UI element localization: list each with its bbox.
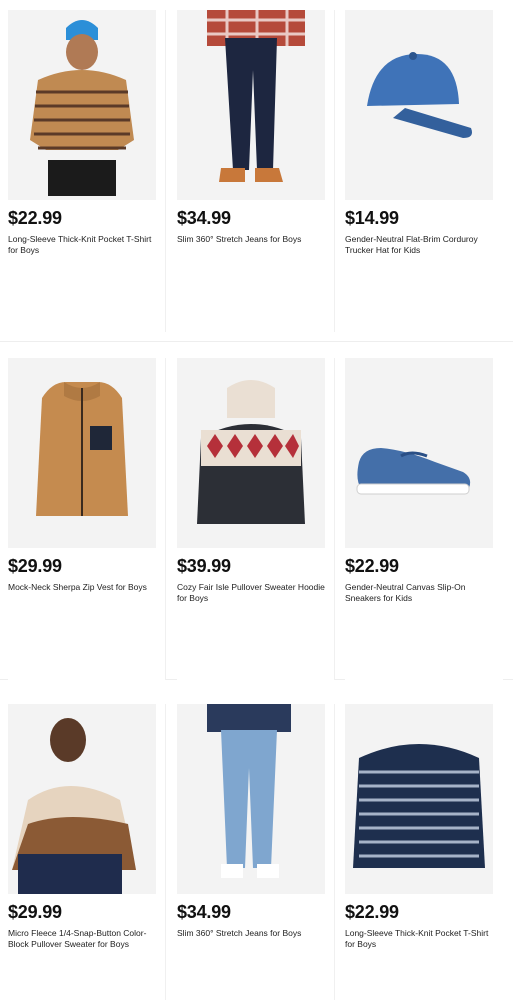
product-card[interactable]: $39.99 Cozy Fair Isle Pullover Sweater H… [177, 358, 335, 680]
product-price: $22.99 [345, 556, 399, 576]
product-title[interactable]: Long-Sleeve Thick-Knit Pocket T-Shirt fo… [345, 928, 493, 950]
product-title[interactable]: Mock-Neck Sherpa Zip Vest for Boys [8, 582, 156, 593]
product-image[interactable] [177, 358, 325, 548]
product-card[interactable]: $22.99 Long-Sleeve Thick-Knit Pocket T-S… [8, 10, 166, 332]
row-divider [0, 341, 513, 342]
product-title[interactable]: Gender-Neutral Flat-Brim Corduroy Trucke… [345, 234, 493, 256]
product-price: $14.99 [345, 208, 399, 228]
product-title[interactable]: Long-Sleeve Thick-Knit Pocket T-Shirt fo… [8, 234, 156, 256]
product-image[interactable] [345, 704, 493, 894]
product-price: $29.99 [8, 556, 62, 576]
product-price: $34.99 [177, 902, 231, 922]
product-price: $22.99 [8, 208, 62, 228]
product-image[interactable] [8, 704, 156, 894]
product-title[interactable]: Cozy Fair Isle Pullover Sweater Hoodie f… [177, 582, 325, 604]
product-image[interactable] [345, 358, 493, 548]
product-card[interactable]: $34.99 Slim 360° Stretch Jeans for Boys [177, 10, 335, 332]
product-grid: $22.99 Long-Sleeve Thick-Knit Pocket T-S… [0, 0, 513, 1000]
product-image[interactable] [8, 358, 156, 548]
product-title[interactable]: Slim 360° Stretch Jeans for Boys [177, 234, 325, 245]
product-image[interactable] [177, 10, 325, 200]
product-title[interactable]: Micro Fleece 1/4-Snap-Button Color-Block… [8, 928, 156, 950]
product-image[interactable] [8, 10, 156, 200]
product-image[interactable] [177, 704, 325, 894]
product-title[interactable]: Gender-Neutral Canvas Slip-On Sneakers f… [345, 582, 493, 604]
product-price: $39.99 [177, 556, 231, 576]
product-card[interactable]: $14.99 Gender-Neutral Flat-Brim Corduroy… [345, 10, 503, 332]
product-card[interactable]: $34.99 Slim 360° Stretch Jeans for Boys [177, 704, 335, 1000]
product-card[interactable]: $29.99 Micro Fleece 1/4-Snap-Button Colo… [8, 704, 166, 1000]
product-card[interactable]: $29.99 Mock-Neck Sherpa Zip Vest for Boy… [8, 358, 166, 680]
product-image[interactable] [345, 10, 493, 200]
product-price: $34.99 [177, 208, 231, 228]
product-title[interactable]: Slim 360° Stretch Jeans for Boys [177, 928, 325, 939]
product-price: $22.99 [345, 902, 399, 922]
product-card[interactable]: $22.99 Long-Sleeve Thick-Knit Pocket T-S… [345, 704, 503, 1000]
product-price: $29.99 [8, 902, 62, 922]
product-card[interactable]: $22.99 Gender-Neutral Canvas Slip-On Sne… [345, 358, 503, 680]
